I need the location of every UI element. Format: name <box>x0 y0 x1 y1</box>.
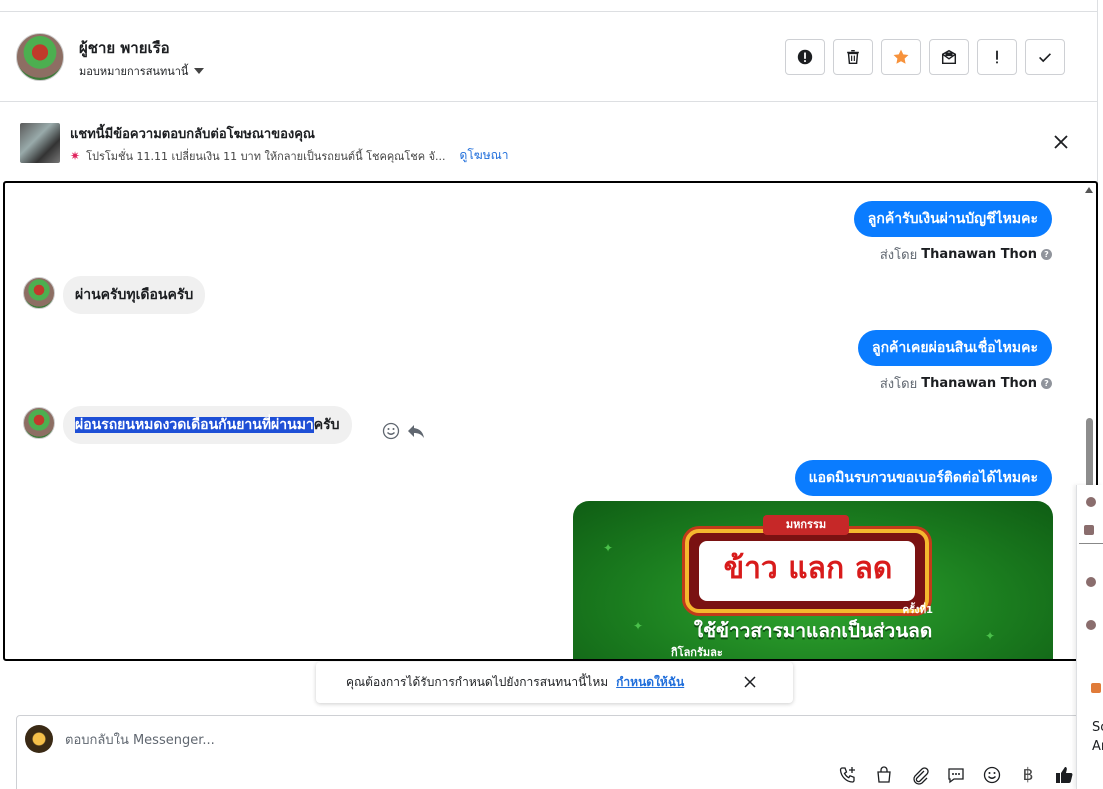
star-button[interactable] <box>881 39 921 75</box>
like-button[interactable] <box>1053 764 1075 786</box>
divider <box>1079 543 1103 544</box>
emoji-icon <box>983 766 1001 784</box>
contact-name[interactable]: ผู้ชาย พายเรือ <box>79 36 170 60</box>
promo-subline: ใช้ข้าวสารมาแลกเป็นส่วนลด <box>693 620 933 642</box>
star-icon <box>893 49 909 64</box>
side-panel-fragment: Sc Ar <box>1076 485 1103 789</box>
shopping-bag-icon <box>877 766 891 783</box>
exclamation-icon <box>996 50 998 64</box>
phone-add-icon <box>839 767 855 783</box>
message-bubble-outgoing[interactable]: ลูกค้ารับเงินผ่านบัญชีไหมคะ <box>853 201 1052 237</box>
chat-bubble-icon <box>948 768 964 784</box>
message-bubble-incoming[interactable]: ผ่านครับทุเดือนครับ <box>63 276 206 314</box>
sent-by-name: Thanawan Thon <box>921 376 1037 391</box>
reply-arrow-icon[interactable] <box>406 421 426 441</box>
assign-to-me-link[interactable]: กำหนดให้ฉัน <box>616 673 684 692</box>
message-bubble-outgoing[interactable]: แอดมินรบกวนขอเบอร์ติดต่อได้ไหมคะ <box>794 460 1052 496</box>
conversation-toolbar <box>785 39 1065 75</box>
page-avatar <box>25 725 53 753</box>
reply-toolbar: ฿ <box>837 764 1075 786</box>
avatar[interactable] <box>1086 620 1096 630</box>
sent-by-label: ส่งโดย Thanawan Thon ? <box>880 244 1052 265</box>
assign-conversation-dropdown[interactable]: มอบหมายการสนทนานี้ <box>79 62 205 80</box>
ad-subtitle-text: โปรโมชั่น 11.11 เปลี่ยนเงิน 11 บาท ให้กล… <box>86 149 446 163</box>
message-bubble-outgoing[interactable]: ลูกค้าเคยผ่อนสินเชื่อไหมคะ <box>857 330 1052 366</box>
baht-icon: ฿ <box>1022 765 1034 785</box>
reply-composer: ฿ <box>16 715 1086 789</box>
sent-by-name: Thanawan Thon <box>921 247 1037 262</box>
delete-button[interactable] <box>833 39 873 75</box>
assign-toast: คุณต้องการได้รับการกำหนดไปยังการสนทนานี้… <box>316 662 793 703</box>
attach-button[interactable] <box>909 764 931 786</box>
ad-banner-title: แชทนี้มีข้อความตอบกลับต่อโฆษณาของคุณ <box>70 127 315 142</box>
shop-button[interactable] <box>873 764 895 786</box>
avatar[interactable] <box>1084 525 1094 535</box>
selected-text[interactable]: ผ่อนรถยนหมดงวดเดือนกันยานที่ผ่านมา <box>75 417 314 433</box>
mark-done-button[interactable] <box>1025 39 1065 75</box>
tag-icon <box>1091 683 1101 693</box>
message-bubble-incoming[interactable]: ผ่อนรถยนหมดงวดเดือนกันยานที่ผ่านมาครับ <box>63 406 352 444</box>
ad-reply-banner: แชทนี้มีข้อความตอบกลับต่อโฆษณาของคุณ ✷ โ… <box>0 103 1098 181</box>
call-button[interactable] <box>837 764 859 786</box>
help-icon[interactable]: ? <box>1041 378 1052 389</box>
sent-by-prefix: ส่งโดย <box>879 248 918 263</box>
react-emoji-icon[interactable] <box>381 421 401 441</box>
scroll-thumb[interactable] <box>1086 418 1093 488</box>
contact-avatar[interactable] <box>16 33 64 81</box>
mark-unread-button[interactable] <box>929 39 969 75</box>
emoji-button[interactable] <box>981 764 1003 786</box>
inbox-conversation: ผู้ชาย พายเรือ มอบหมายการสนทนานี้ แชทนี้… <box>0 0 1103 789</box>
message-text-rest[interactable]: ครับ <box>314 417 340 433</box>
saved-replies-button[interactable] <box>945 764 967 786</box>
burst-icon: ✷ <box>70 148 81 163</box>
payment-button[interactable]: ฿ <box>1017 764 1039 786</box>
close-icon[interactable] <box>743 675 757 689</box>
view-ad-link[interactable]: ดูโฆษณา <box>460 146 509 165</box>
sent-by-prefix: ส่งโดย <box>879 377 918 392</box>
message-thread[interactable]: ลูกค้ารับเงินผ่านบัญชีไหมคะ ส่งโดย Thana… <box>3 181 1098 661</box>
conversation-header: ผู้ชาย พายเรือ มอบหมายการสนทนานี้ <box>0 12 1098 102</box>
promo-footer: กิโลกรัมละ <box>671 646 723 659</box>
side-panel-text: Ar <box>1092 739 1103 754</box>
check-icon <box>1039 53 1051 63</box>
help-icon[interactable]: ? <box>1041 249 1052 260</box>
follow-up-button[interactable] <box>977 39 1017 75</box>
mark-spam-button[interactable] <box>785 39 825 75</box>
trash-icon <box>847 49 859 65</box>
assign-toast-text: คุณต้องการได้รับการกำหนดไปยังการสนทนานี้… <box>346 675 609 689</box>
top-strip <box>0 0 1098 12</box>
promo-headline: ข้าว แลก ลด <box>723 551 893 586</box>
sent-by-label: ส่งโดย Thanawan Thon ? <box>880 373 1052 394</box>
side-panel-text: Sc <box>1092 720 1103 735</box>
assign-label: มอบหมายการสนทนานี้ <box>79 65 189 78</box>
ad-thumbnail[interactable] <box>20 123 60 163</box>
mark-unread-icon <box>941 49 957 65</box>
reply-input[interactable] <box>65 730 765 750</box>
avatar[interactable] <box>1086 577 1096 587</box>
promo-tag: มหกรรม <box>763 515 849 535</box>
avatar[interactable] <box>1086 497 1096 507</box>
paperclip-icon <box>913 767 929 785</box>
caret-down-icon <box>194 68 205 74</box>
contact-avatar-small[interactable] <box>23 407 55 439</box>
alert-circle-icon <box>797 49 813 65</box>
close-icon[interactable] <box>1052 133 1070 151</box>
contact-avatar-small[interactable] <box>23 277 55 309</box>
promo-image-attachment[interactable]: ✦ ✦ ✦ มหกรรม ข้าว แลก ลด ครั้งที่1 ใช้ข้… <box>573 501 1053 659</box>
scroll-up-arrow-icon[interactable] <box>1085 187 1093 193</box>
ad-banner-subtitle: ✷ โปรโมชั่น 11.11 เปลี่ยนเงิน 11 บาท ให้… <box>70 146 508 165</box>
thumbs-up-icon <box>1056 767 1073 783</box>
